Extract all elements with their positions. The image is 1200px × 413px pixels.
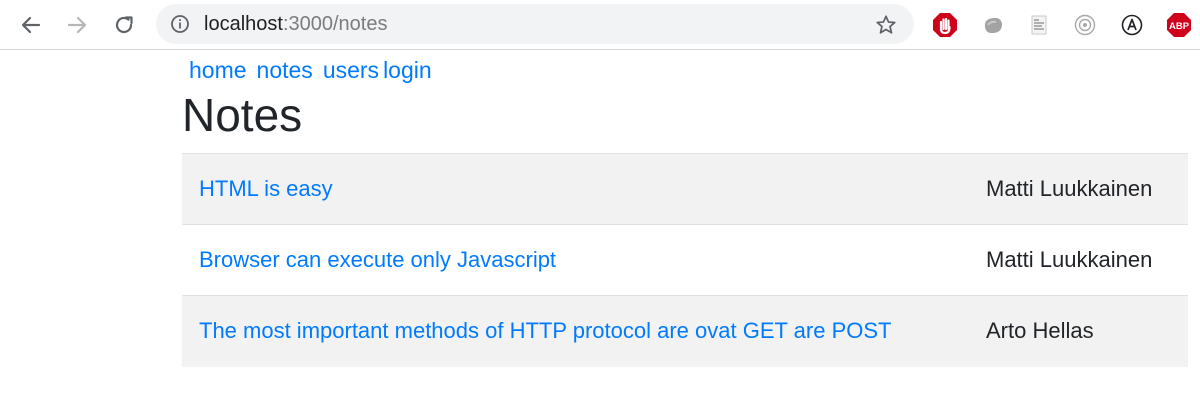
nav-users-link[interactable]: users xyxy=(323,57,379,83)
reload-button[interactable] xyxy=(110,11,138,39)
forward-button[interactable] xyxy=(63,11,91,39)
table-row: Browser can execute only Javascript Matt… xyxy=(182,224,1188,296)
note-content-cell: Browser can execute only Javascript xyxy=(182,224,966,296)
abp-label: ABP xyxy=(1169,21,1190,32)
url-path: :3000/notes xyxy=(282,13,388,35)
address-bar[interactable]: localhost:3000/notes xyxy=(156,4,914,44)
abp-extension-icon[interactable]: ABP xyxy=(1166,12,1192,38)
top-navigation: home notes users login xyxy=(189,57,442,83)
grey-blob-extension-icon[interactable] xyxy=(980,12,1006,38)
note-link[interactable]: HTML is easy xyxy=(199,176,333,201)
adblock-hand-extension-icon[interactable] xyxy=(932,12,958,38)
notes-extension-icon[interactable] xyxy=(1026,12,1052,38)
page-title: Notes xyxy=(182,89,303,141)
arrow-left-icon xyxy=(21,16,41,34)
table-row: The most important methods of HTTP proto… xyxy=(182,295,1188,367)
note-author: Arto Hellas xyxy=(966,295,1188,367)
note-content-cell: HTML is easy xyxy=(182,154,966,225)
back-button[interactable] xyxy=(17,11,45,39)
reload-icon xyxy=(115,16,133,34)
note-author: Matti Luukkainen xyxy=(966,224,1188,296)
table-row: HTML is easy Matti Luukkainen xyxy=(182,153,1188,225)
url-text[interactable]: localhost:3000/notes xyxy=(204,13,387,35)
browser-toolbar: localhost:3000/notes ABP xyxy=(0,0,1200,50)
nav-login-link[interactable]: login xyxy=(383,57,432,83)
note-author: Matti Luukkainen xyxy=(986,176,1153,201)
nav-notes-link[interactable]: notes xyxy=(257,57,313,83)
note-link[interactable]: The most important methods of HTTP proto… xyxy=(199,318,891,343)
note-link[interactable]: Browser can execute only Javascript xyxy=(199,247,556,272)
url-host: localhost xyxy=(204,13,283,35)
notes-table: HTML is easy Matti Luukkainen Browser ca… xyxy=(182,153,1188,367)
arrow-right-icon xyxy=(67,16,87,34)
info-icon[interactable] xyxy=(170,14,190,34)
letter-a-extension-icon[interactable] xyxy=(1119,12,1145,38)
target-extension-icon[interactable] xyxy=(1072,12,1098,38)
star-icon[interactable] xyxy=(874,13,898,37)
nav-home-link[interactable]: home xyxy=(189,57,247,83)
note-content-cell: The most important methods of HTTP proto… xyxy=(182,295,966,367)
